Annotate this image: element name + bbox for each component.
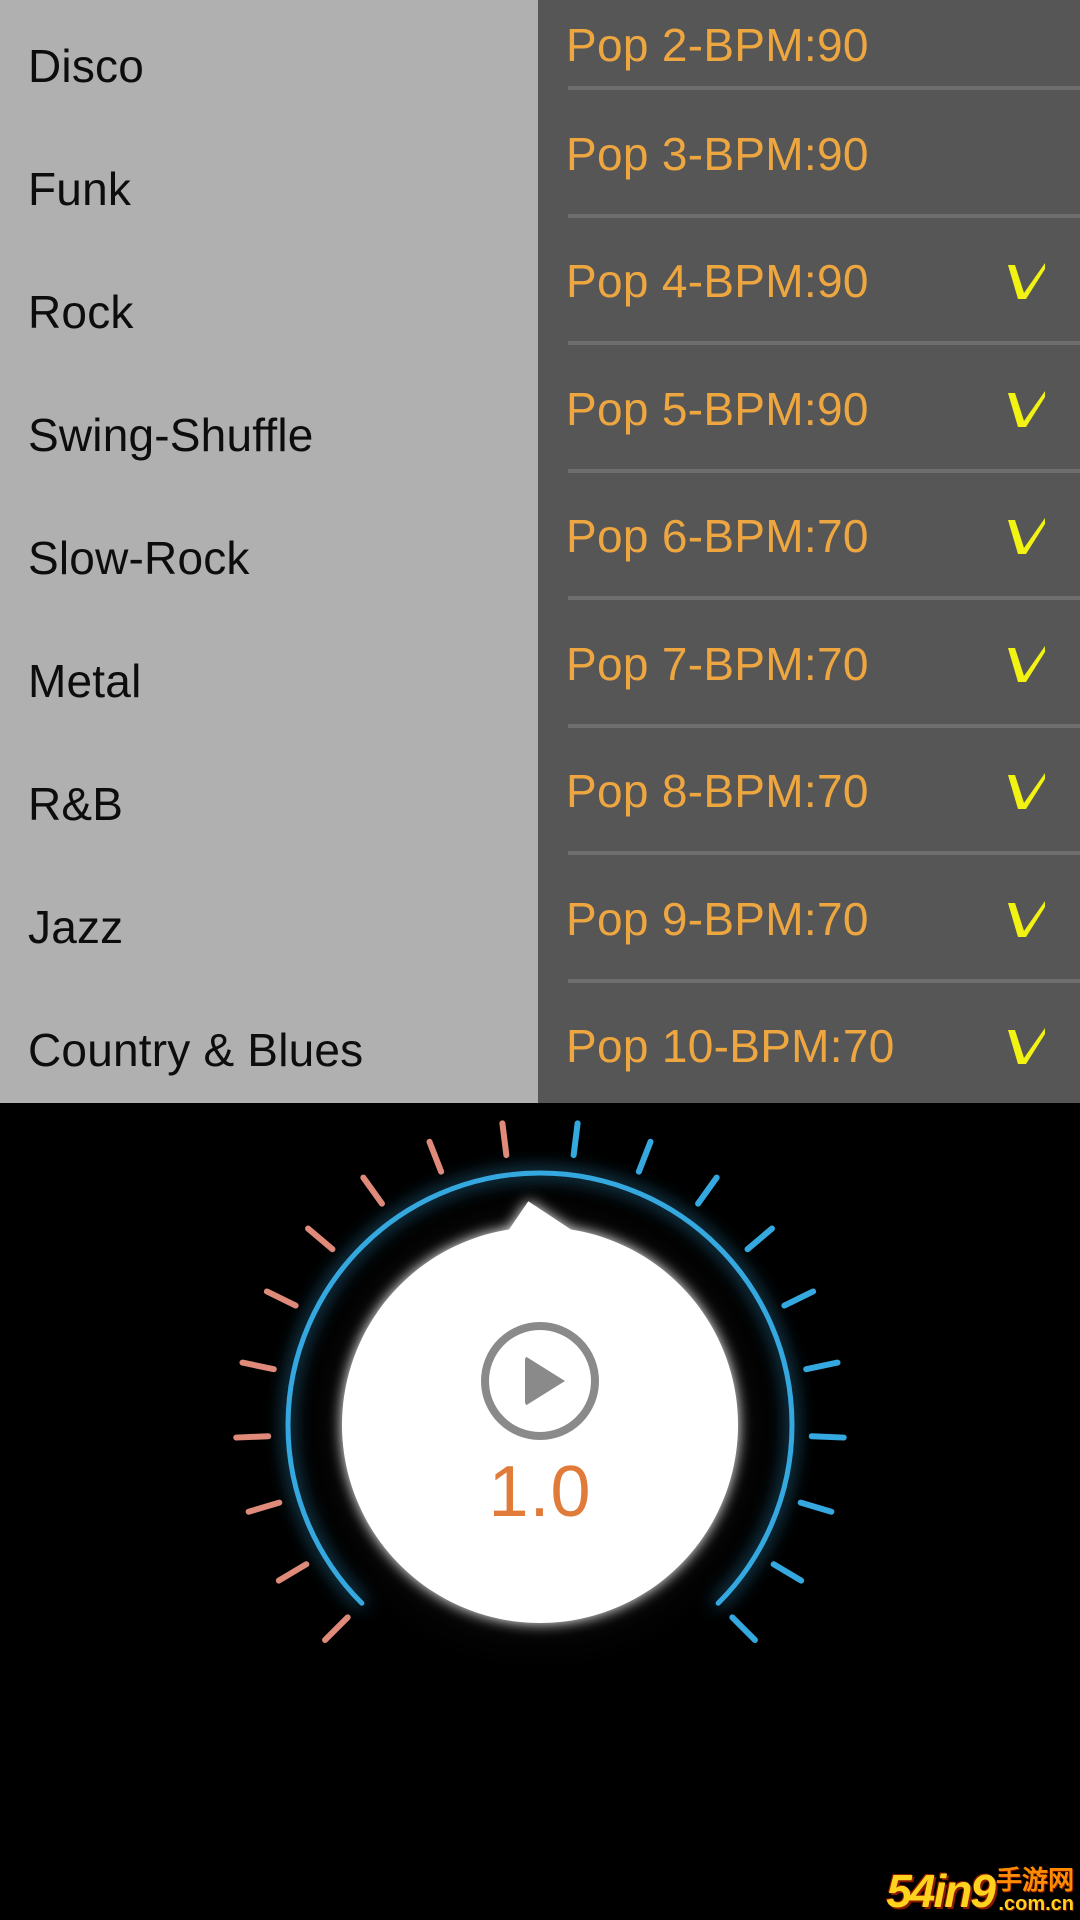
pattern-list[interactable]: Pop 2-BPM:90 Pop 3-BPM:90 Pop 4-BPM:90 Pop … xyxy=(538,0,1080,1103)
dial-tick xyxy=(781,1288,817,1309)
pattern-item-label: Pop 8-BPM:70 xyxy=(566,765,869,818)
pattern-list-item[interactable]: Pop 4-BPM:90 xyxy=(538,218,1080,345)
dial-tick xyxy=(360,1174,385,1207)
dial-tick xyxy=(245,1499,283,1515)
dial-tick xyxy=(635,1138,654,1175)
genre-list-item[interactable]: Funk xyxy=(0,127,538,250)
dial-tick xyxy=(239,1359,277,1373)
pattern-list-item[interactable]: Pop 10-BPM:70 xyxy=(538,983,1080,1104)
pattern-item-label: Pop 7-BPM:70 xyxy=(566,637,869,690)
genre-list-item[interactable]: Jazz xyxy=(0,865,538,988)
genre-list-item[interactable]: Disco xyxy=(0,4,538,127)
check-mark-icon[interactable] xyxy=(1000,765,1052,817)
watermark-cn: 手游网 xyxy=(995,1866,1074,1896)
genre-item-label: Disco xyxy=(28,39,145,92)
dial-tick xyxy=(233,1433,272,1441)
pattern-list-item[interactable]: Pop 5-BPM:90 xyxy=(538,345,1080,473)
pattern-list-item[interactable]: Pop 9-BPM:70 xyxy=(538,855,1080,983)
pattern-list-item[interactable]: Pop 8-BPM:70 xyxy=(538,728,1080,855)
genre-list[interactable]: Disco Funk Rock Swing-Shuffle Slow-Rock Metal… xyxy=(0,0,538,1103)
genre-item-label: R&B xyxy=(28,777,124,830)
genre-list-item[interactable]: Country & Blues xyxy=(0,988,538,1103)
speed-dial-area: 1.0 0.5 2.0 播放速度设置 54in9 手游网 .com.cn xyxy=(0,1103,1080,1920)
dial-tick xyxy=(729,1614,758,1643)
pattern-selector-panel: Disco Funk Rock Swing-Shuffle Slow-Rock Metal… xyxy=(0,0,1080,1103)
genre-item-label: Swing-Shuffle xyxy=(28,408,314,461)
pattern-list-item[interactable]: Pop 2-BPM:90 xyxy=(538,0,1080,90)
dial-tick xyxy=(426,1138,445,1175)
speed-dial[interactable]: 1.0 xyxy=(210,1103,870,1755)
dial-tick xyxy=(263,1288,299,1309)
dial-tick xyxy=(275,1561,310,1584)
pattern-item-label: Pop 4-BPM:90 xyxy=(566,255,869,308)
watermark-domain: .com.cn xyxy=(998,1893,1074,1915)
genre-list-item[interactable]: Swing-Shuffle xyxy=(0,373,538,496)
pattern-item-label: Pop 3-BPM:90 xyxy=(566,127,869,180)
check-mark-icon[interactable] xyxy=(1000,1020,1052,1072)
genre-list-item[interactable]: R&B xyxy=(0,742,538,865)
pattern-list-item[interactable]: Pop 3-BPM:90 xyxy=(538,90,1080,218)
pattern-item-label: Pop 6-BPM:70 xyxy=(566,510,869,563)
pattern-list-item[interactable]: Pop 6-BPM:70 xyxy=(538,473,1080,600)
dial-tick xyxy=(808,1433,847,1441)
pattern-item-label: Pop 10-BPM:70 xyxy=(566,1020,895,1073)
pattern-item-label: Pop 9-BPM:70 xyxy=(566,892,869,945)
dial-tick xyxy=(305,1225,336,1253)
dial-tick xyxy=(797,1499,835,1515)
dial-tick xyxy=(570,1120,581,1159)
check-mark-icon[interactable] xyxy=(1000,255,1052,307)
check-mark-icon[interactable] xyxy=(1000,893,1052,945)
genre-item-label: Funk xyxy=(28,162,132,215)
dial-tick xyxy=(322,1614,351,1643)
genre-list-item[interactable]: Metal xyxy=(0,619,538,742)
app-root: Disco Funk Rock Swing-Shuffle Slow-Rock Metal… xyxy=(0,0,1080,1920)
dial-graphics xyxy=(233,1120,847,1683)
check-mark-icon[interactable] xyxy=(1000,638,1052,690)
genre-list-item[interactable]: Slow-Rock xyxy=(0,496,538,619)
pattern-item-label: Pop 5-BPM:90 xyxy=(566,382,869,435)
pattern-item-label: Pop 2-BPM:90 xyxy=(566,19,869,71)
dial-tick xyxy=(695,1174,720,1207)
dial-tick xyxy=(499,1120,510,1159)
dial-tick xyxy=(744,1225,775,1253)
genre-item-label: Jazz xyxy=(28,900,124,953)
genre-item-label: Rock xyxy=(28,285,134,338)
genre-item-label: Country & Blues xyxy=(28,1023,364,1076)
check-mark-icon[interactable] xyxy=(1000,383,1052,435)
genre-list-item[interactable]: Rock xyxy=(0,250,538,373)
site-watermark: 54in9 手游网 .com.cn xyxy=(886,1868,1074,1914)
dial-tick xyxy=(803,1359,841,1373)
genre-item-label: Metal xyxy=(28,654,142,707)
genre-item-label: Slow-Rock xyxy=(28,531,250,584)
check-mark-icon[interactable] xyxy=(1000,510,1052,562)
watermark-name: 54in9 xyxy=(886,1865,996,1917)
dial-tick xyxy=(770,1561,805,1584)
pattern-list-item[interactable]: Pop 7-BPM:70 xyxy=(538,600,1080,728)
